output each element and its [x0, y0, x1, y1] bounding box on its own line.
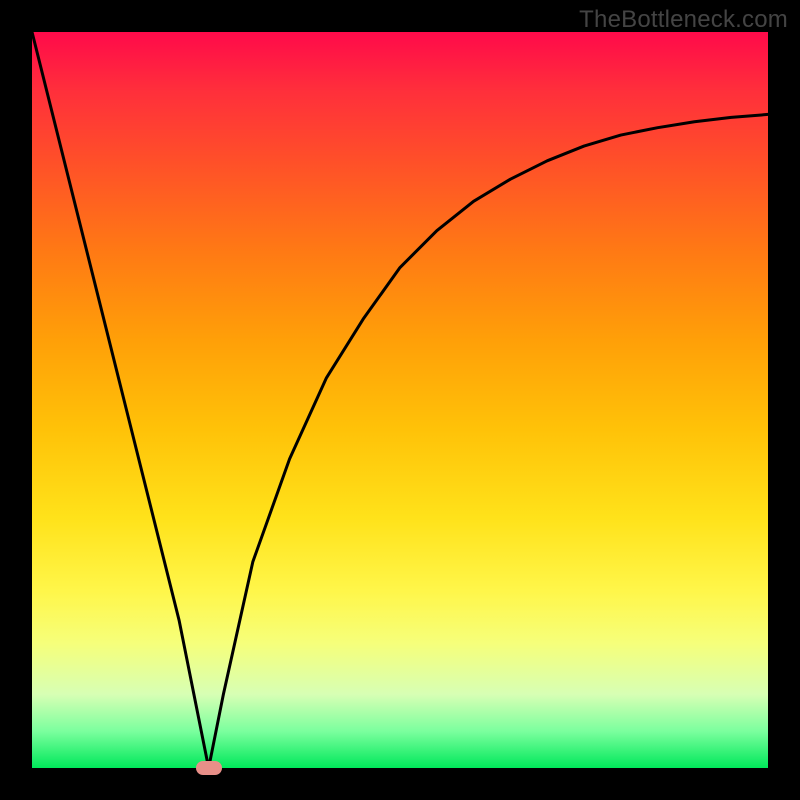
chart-frame: TheBottleneck.com	[0, 0, 800, 800]
watermark-text: TheBottleneck.com	[579, 6, 788, 34]
minimum-marker	[196, 761, 222, 775]
chart-curve	[32, 32, 768, 768]
